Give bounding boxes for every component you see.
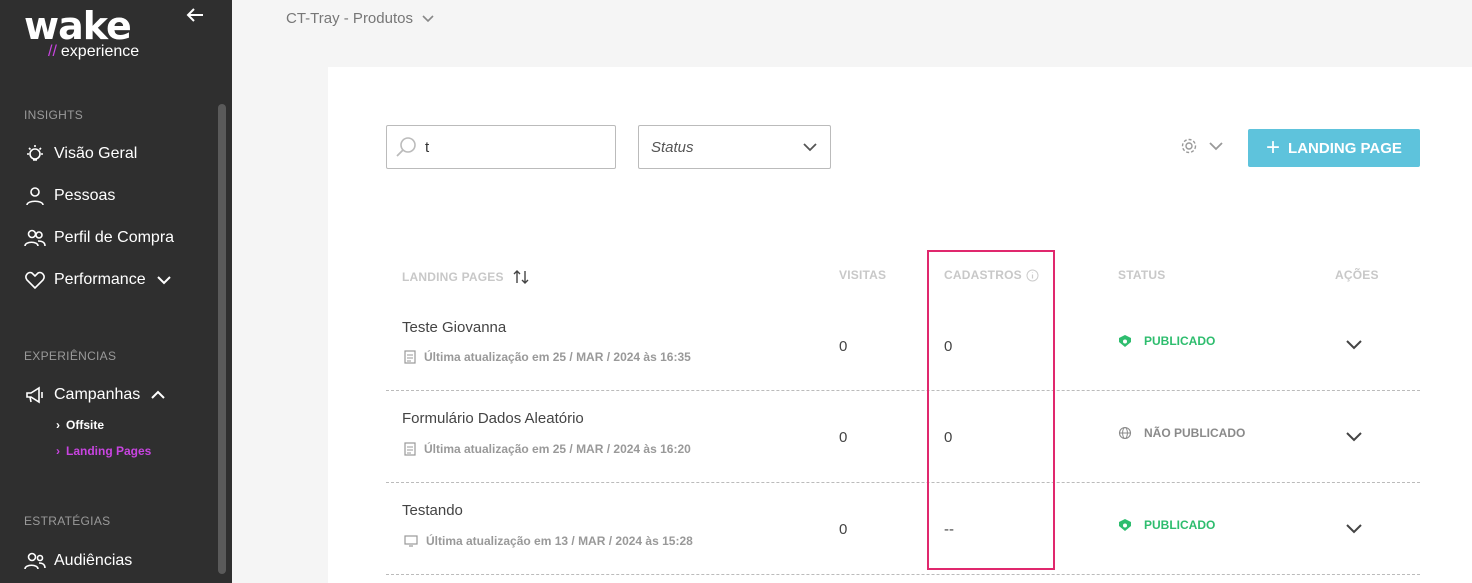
nav-label: Landing Pages: [66, 444, 152, 458]
search-input[interactable]: [423, 137, 607, 157]
nav-performance[interactable]: Performance: [24, 266, 172, 294]
globe-icon: [1118, 426, 1132, 440]
sidebar-scrollbar[interactable]: [218, 104, 226, 574]
status-badge: PUBLICADO: [1118, 518, 1215, 532]
nav-offsite[interactable]: › Offsite: [56, 418, 104, 432]
logo-subtitle: //experience: [48, 43, 140, 60]
status-badge: NÃO PUBLICADO: [1118, 426, 1245, 440]
nav-landing-pages[interactable]: › Landing Pages: [56, 444, 151, 458]
row-divider: [386, 482, 1420, 483]
chevron-down-icon[interactable]: [1344, 430, 1364, 444]
row-title[interactable]: Formulário Dados Aleatório: [402, 410, 584, 427]
status-badge: PUBLICADO: [1118, 334, 1215, 348]
person-icon: [24, 185, 46, 207]
sort-icon[interactable]: [512, 268, 530, 286]
row-meta: Última atualização em 25 / MAR / 2024 às…: [404, 442, 691, 456]
nav-label: Visão Geral: [54, 145, 138, 162]
megaphone-icon: [24, 384, 46, 406]
gear-icon: [1181, 138, 1197, 154]
chevron-up-icon: [151, 390, 165, 399]
row-meta: Última atualização em 25 / MAR / 2024 às…: [404, 350, 691, 364]
row-title[interactable]: Testando: [402, 502, 463, 519]
row-divider: [386, 574, 1420, 575]
published-icon: [1119, 519, 1131, 531]
nav-label: Campanhas: [54, 386, 141, 403]
nav-pessoas[interactable]: Pessoas: [24, 182, 115, 210]
nav-campanhas[interactable]: Campanhas: [24, 381, 166, 409]
add-landing-page-button[interactable]: + LANDING PAGE: [1248, 129, 1420, 167]
header-label: LANDING PAGES: [402, 270, 504, 284]
group-icon: [24, 550, 46, 572]
cell-visitas: 0: [839, 338, 848, 355]
settings-menu[interactable]: [1180, 137, 1224, 155]
status-dropdown[interactable]: Status: [638, 125, 831, 169]
logo: wake: [24, 4, 132, 48]
chevron-down-icon[interactable]: [1344, 338, 1364, 352]
cell-visitas: 0: [839, 521, 848, 538]
lightbulb-icon: [24, 143, 46, 165]
people-cart-icon: [24, 227, 46, 249]
add-button-label: LANDING PAGE: [1288, 139, 1402, 157]
section-experiencias: EXPERIÊNCIAS: [24, 349, 117, 363]
search-icon: [396, 137, 416, 157]
document-icon: [404, 442, 416, 456]
cell-visitas: 0: [839, 429, 848, 446]
desktop-icon: [404, 535, 418, 547]
header-acoes: AÇÕES: [1335, 268, 1379, 282]
header-visitas: VISITAS: [839, 268, 887, 282]
row-title[interactable]: Teste Giovanna: [402, 319, 506, 336]
workspace-name: CT-Tray - Produtos: [286, 10, 413, 27]
back-arrow-icon[interactable]: [184, 4, 206, 26]
chevron-down-icon: [422, 14, 434, 22]
sidebar: wake //experience INSIGHTS Visão Geral P…: [0, 0, 232, 583]
search-box[interactable]: [386, 125, 616, 169]
section-insights: INSIGHTS: [24, 108, 84, 122]
nav-visao-geral[interactable]: Visão Geral: [24, 140, 137, 168]
nav-label: Perfil de Compra: [54, 229, 175, 246]
nav-label: Offsite: [66, 418, 105, 432]
published-icon: [1119, 335, 1131, 347]
nav-label: Pessoas: [54, 187, 116, 204]
chevron-down-icon: [803, 143, 817, 152]
cadastros-highlight-box: [927, 250, 1055, 570]
plus-icon: +: [1266, 134, 1281, 161]
workspace-selector[interactable]: CT-Tray - Produtos: [286, 10, 435, 27]
header-status: STATUS: [1118, 268, 1166, 282]
chevron-down-icon: [1209, 142, 1223, 151]
row-divider: [386, 390, 1420, 391]
section-estrategias: ESTRATÉGIAS: [24, 514, 111, 528]
chevron-down-icon[interactable]: [1344, 522, 1364, 536]
row-meta: Última atualização em 13 / MAR / 2024 às…: [404, 534, 693, 548]
chevron-right-icon: ›: [56, 418, 60, 432]
chevron-right-icon: ›: [56, 444, 60, 458]
document-icon: [404, 350, 416, 364]
nav-label: Audiências: [54, 552, 133, 569]
nav-audiencias[interactable]: Audiências: [24, 547, 132, 575]
nav-perfil-compra[interactable]: Perfil de Compra: [24, 224, 174, 252]
status-dropdown-label: Status: [651, 138, 694, 156]
chevron-down-icon: [156, 276, 171, 285]
heart-icon: [24, 269, 46, 291]
header-landing-pages[interactable]: LANDING PAGES: [402, 268, 530, 286]
nav-label: Performance: [54, 271, 146, 288]
